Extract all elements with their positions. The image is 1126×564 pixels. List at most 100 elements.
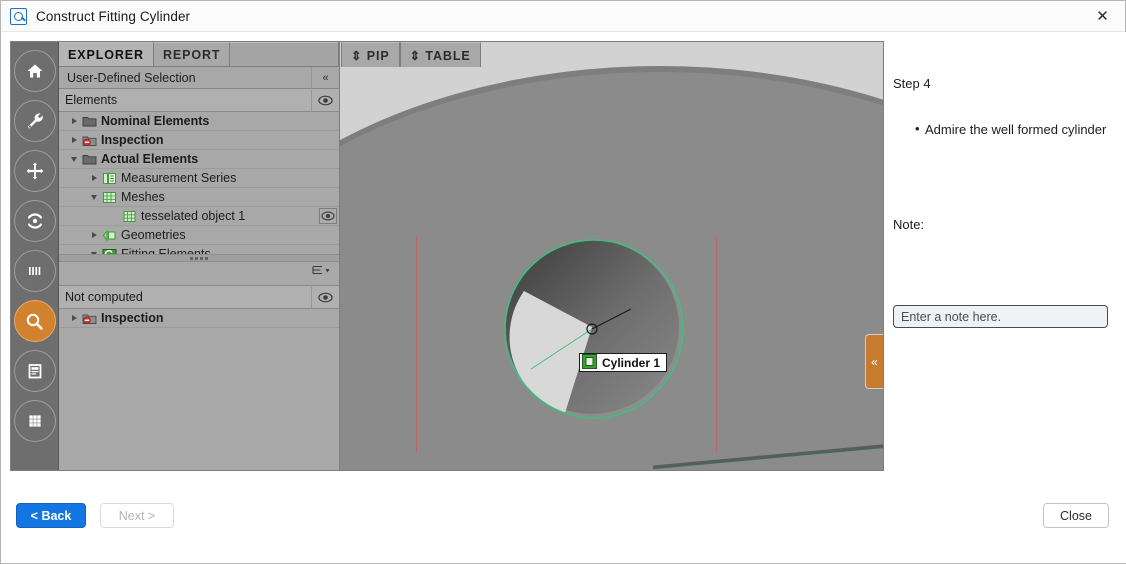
tab-explorer[interactable]: EXPLORER — [59, 42, 154, 66]
viewport-tab-strip: ⇕ PIP⇕ TABLE — [341, 42, 481, 67]
mesh-icon — [101, 191, 118, 204]
tree-item-label: Geometries — [118, 228, 186, 242]
app-area: EXPLORER REPORT User-Defined Selection «… — [10, 41, 884, 471]
note-label: Note: — [893, 217, 1111, 232]
list-filter-icon[interactable] — [312, 265, 332, 283]
expand-arrow-icon[interactable] — [67, 315, 81, 321]
search-magnifier-icon — [10, 8, 27, 25]
tree-item-label: Inspection — [98, 311, 164, 325]
tree-row[interactable]: tesselated object 1 — [59, 207, 339, 226]
cylinder-callout[interactable]: Cylinder 1 — [579, 353, 667, 372]
document-icon — [25, 361, 45, 381]
bars-measure-icon-button[interactable] — [14, 250, 56, 292]
cylinder-bore — [502, 237, 687, 422]
document-icon-button[interactable] — [14, 350, 56, 392]
tab-table[interactable]: ⇕ TABLE — [400, 42, 481, 67]
note-input[interactable] — [893, 305, 1108, 328]
tree-row[interactable]: Geometries — [59, 226, 339, 245]
title-bar: Construct Fitting Cylinder ✕ — [1, 1, 1125, 32]
lower-tree-row-inspection[interactable]: Inspection — [59, 309, 339, 328]
collapse-arrow-icon[interactable] — [67, 157, 81, 162]
tree-row[interactable]: Inspection — [59, 131, 339, 150]
tree-item-label: tesselated object 1 — [138, 209, 245, 223]
mesh-object-icon — [121, 210, 138, 223]
not-computed-header: Not computed — [59, 286, 339, 309]
search-magnifier-icon — [24, 311, 45, 332]
dialog-body: EXPLORER REPORT User-Defined Selection «… — [1, 32, 1125, 563]
fitting-elements-icon — [101, 248, 118, 255]
rotate-icon-button[interactable] — [14, 200, 56, 242]
wrench-icon-button[interactable] — [14, 100, 56, 142]
back-button[interactable]: < Back — [16, 503, 86, 528]
tree-item-label: Meshes — [118, 190, 165, 204]
tree-toolbar — [59, 262, 339, 286]
move-cross-icon-button[interactable] — [14, 150, 56, 192]
cylinder-icon — [582, 354, 597, 372]
tree-item-label: Actual Elements — [98, 152, 198, 166]
dialog-window: Construct Fitting Cylinder ✕ — [0, 0, 1126, 564]
instruction-list: Admire the well formed cylinder — [893, 121, 1111, 138]
folder-icon — [81, 115, 98, 128]
tab-strip-filler — [230, 42, 339, 66]
user-defined-selection-label: User-Defined Selection — [67, 71, 196, 85]
inspection-folder-icon — [81, 134, 98, 147]
tree-item-label: Inspection — [98, 133, 164, 147]
tab-pip[interactable]: ⇕ PIP — [341, 42, 400, 67]
eye-icon[interactable] — [311, 90, 339, 111]
tree-item-label: Nominal Elements — [98, 114, 209, 128]
user-defined-selection-header: User-Defined Selection « — [59, 67, 339, 89]
not-computed-label: Not computed — [65, 290, 143, 304]
close-button[interactable]: Close — [1043, 503, 1109, 528]
window-title: Construct Fitting Cylinder — [36, 9, 190, 24]
close-icon[interactable]: ✕ — [1080, 1, 1125, 31]
dialog-footer: < Back Next > Close — [1, 481, 1125, 563]
element-tree[interactable]: Nominal Elements Inspection Actual Element… — [59, 112, 339, 254]
tree-row[interactable]: Meshes — [59, 188, 339, 207]
step-title: Step 4 — [893, 76, 1111, 91]
home-icon-button[interactable] — [14, 50, 56, 92]
eye-icon[interactable] — [311, 287, 339, 308]
model-edge — [653, 429, 883, 469]
elements-column-header: Elements — [59, 89, 339, 112]
expand-arrow-icon[interactable] — [87, 232, 101, 238]
measurement-series-icon — [101, 172, 118, 185]
cylinder-callout-label: Cylinder 1 — [602, 356, 660, 370]
grid-icon-button[interactable] — [14, 400, 56, 442]
search-magnifier-icon-button[interactable] — [14, 300, 56, 342]
grid-icon — [25, 411, 45, 431]
geometries-icon — [101, 229, 118, 242]
elements-column-label: Elements — [65, 93, 117, 107]
bars-measure-icon — [25, 261, 45, 281]
tree-empty-space — [59, 328, 339, 470]
collapse-sidebar-button[interactable]: « — [865, 334, 883, 389]
inspection-folder-icon — [81, 312, 98, 325]
tab-strip: EXPLORER REPORT — [59, 42, 339, 67]
rotate-icon — [25, 211, 45, 231]
axis-line-right — [716, 237, 717, 453]
collapse-arrow-icon[interactable] — [87, 252, 101, 255]
viewport-3d[interactable]: Cylinder 1 « — [340, 42, 883, 470]
tree-item-label: Measurement Series — [118, 171, 236, 185]
explorer-panel: EXPLORER REPORT User-Defined Selection «… — [59, 42, 340, 470]
icon-rail — [11, 42, 59, 470]
wrench-icon — [25, 111, 45, 131]
axis-line-left — [416, 237, 417, 453]
instruction-bullet: Admire the well formed cylinder — [915, 121, 1111, 138]
tree-splitter[interactable] — [59, 254, 339, 262]
collapse-panel-button[interactable]: « — [311, 67, 339, 88]
expand-arrow-icon[interactable] — [67, 118, 81, 124]
tree-row[interactable]: Actual Elements — [59, 150, 339, 169]
next-button[interactable]: Next > — [100, 503, 174, 528]
home-icon — [25, 61, 45, 81]
eye-icon[interactable] — [319, 208, 337, 224]
tree-row[interactable]: Measurement Series — [59, 169, 339, 188]
tab-report[interactable]: REPORT — [154, 42, 231, 66]
collapse-arrow-icon[interactable] — [87, 195, 101, 200]
folder-icon — [81, 153, 98, 166]
expand-arrow-icon[interactable] — [87, 175, 101, 181]
move-cross-icon — [25, 161, 45, 181]
tree-row[interactable]: Fitting Elements — [59, 245, 339, 254]
tree-row[interactable]: Nominal Elements — [59, 112, 339, 131]
tree-item-label: Fitting Elements — [118, 247, 211, 254]
expand-arrow-icon[interactable] — [67, 137, 81, 143]
